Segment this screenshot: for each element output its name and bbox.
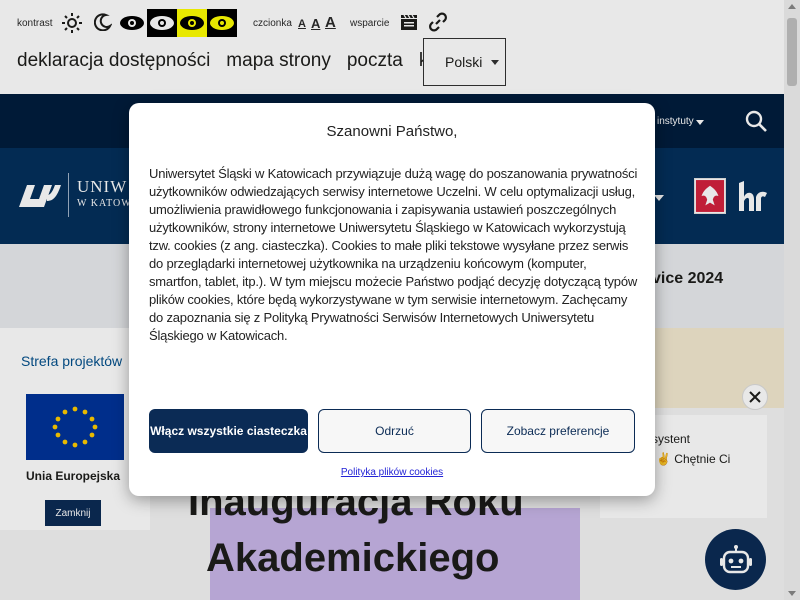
reject-cookies-button[interactable]: Odrzuć [318, 409, 471, 453]
cookie-consent-dialog: Szanowni Państwo, Uniwersytet Śląski w K… [129, 103, 655, 496]
accept-all-cookies-button[interactable]: Włącz wszystkie ciasteczka [149, 409, 308, 453]
cookie-dialog-body: Uniwersytet Śląski w Katowicach przywiąz… [149, 166, 638, 343]
cookie-dialog-title: Szanowni Państwo, [326, 123, 458, 140]
cookie-policy-link[interactable]: Polityka plików cookies [129, 467, 655, 478]
cookie-preferences-button[interactable]: Zobacz preferencje [481, 409, 635, 453]
